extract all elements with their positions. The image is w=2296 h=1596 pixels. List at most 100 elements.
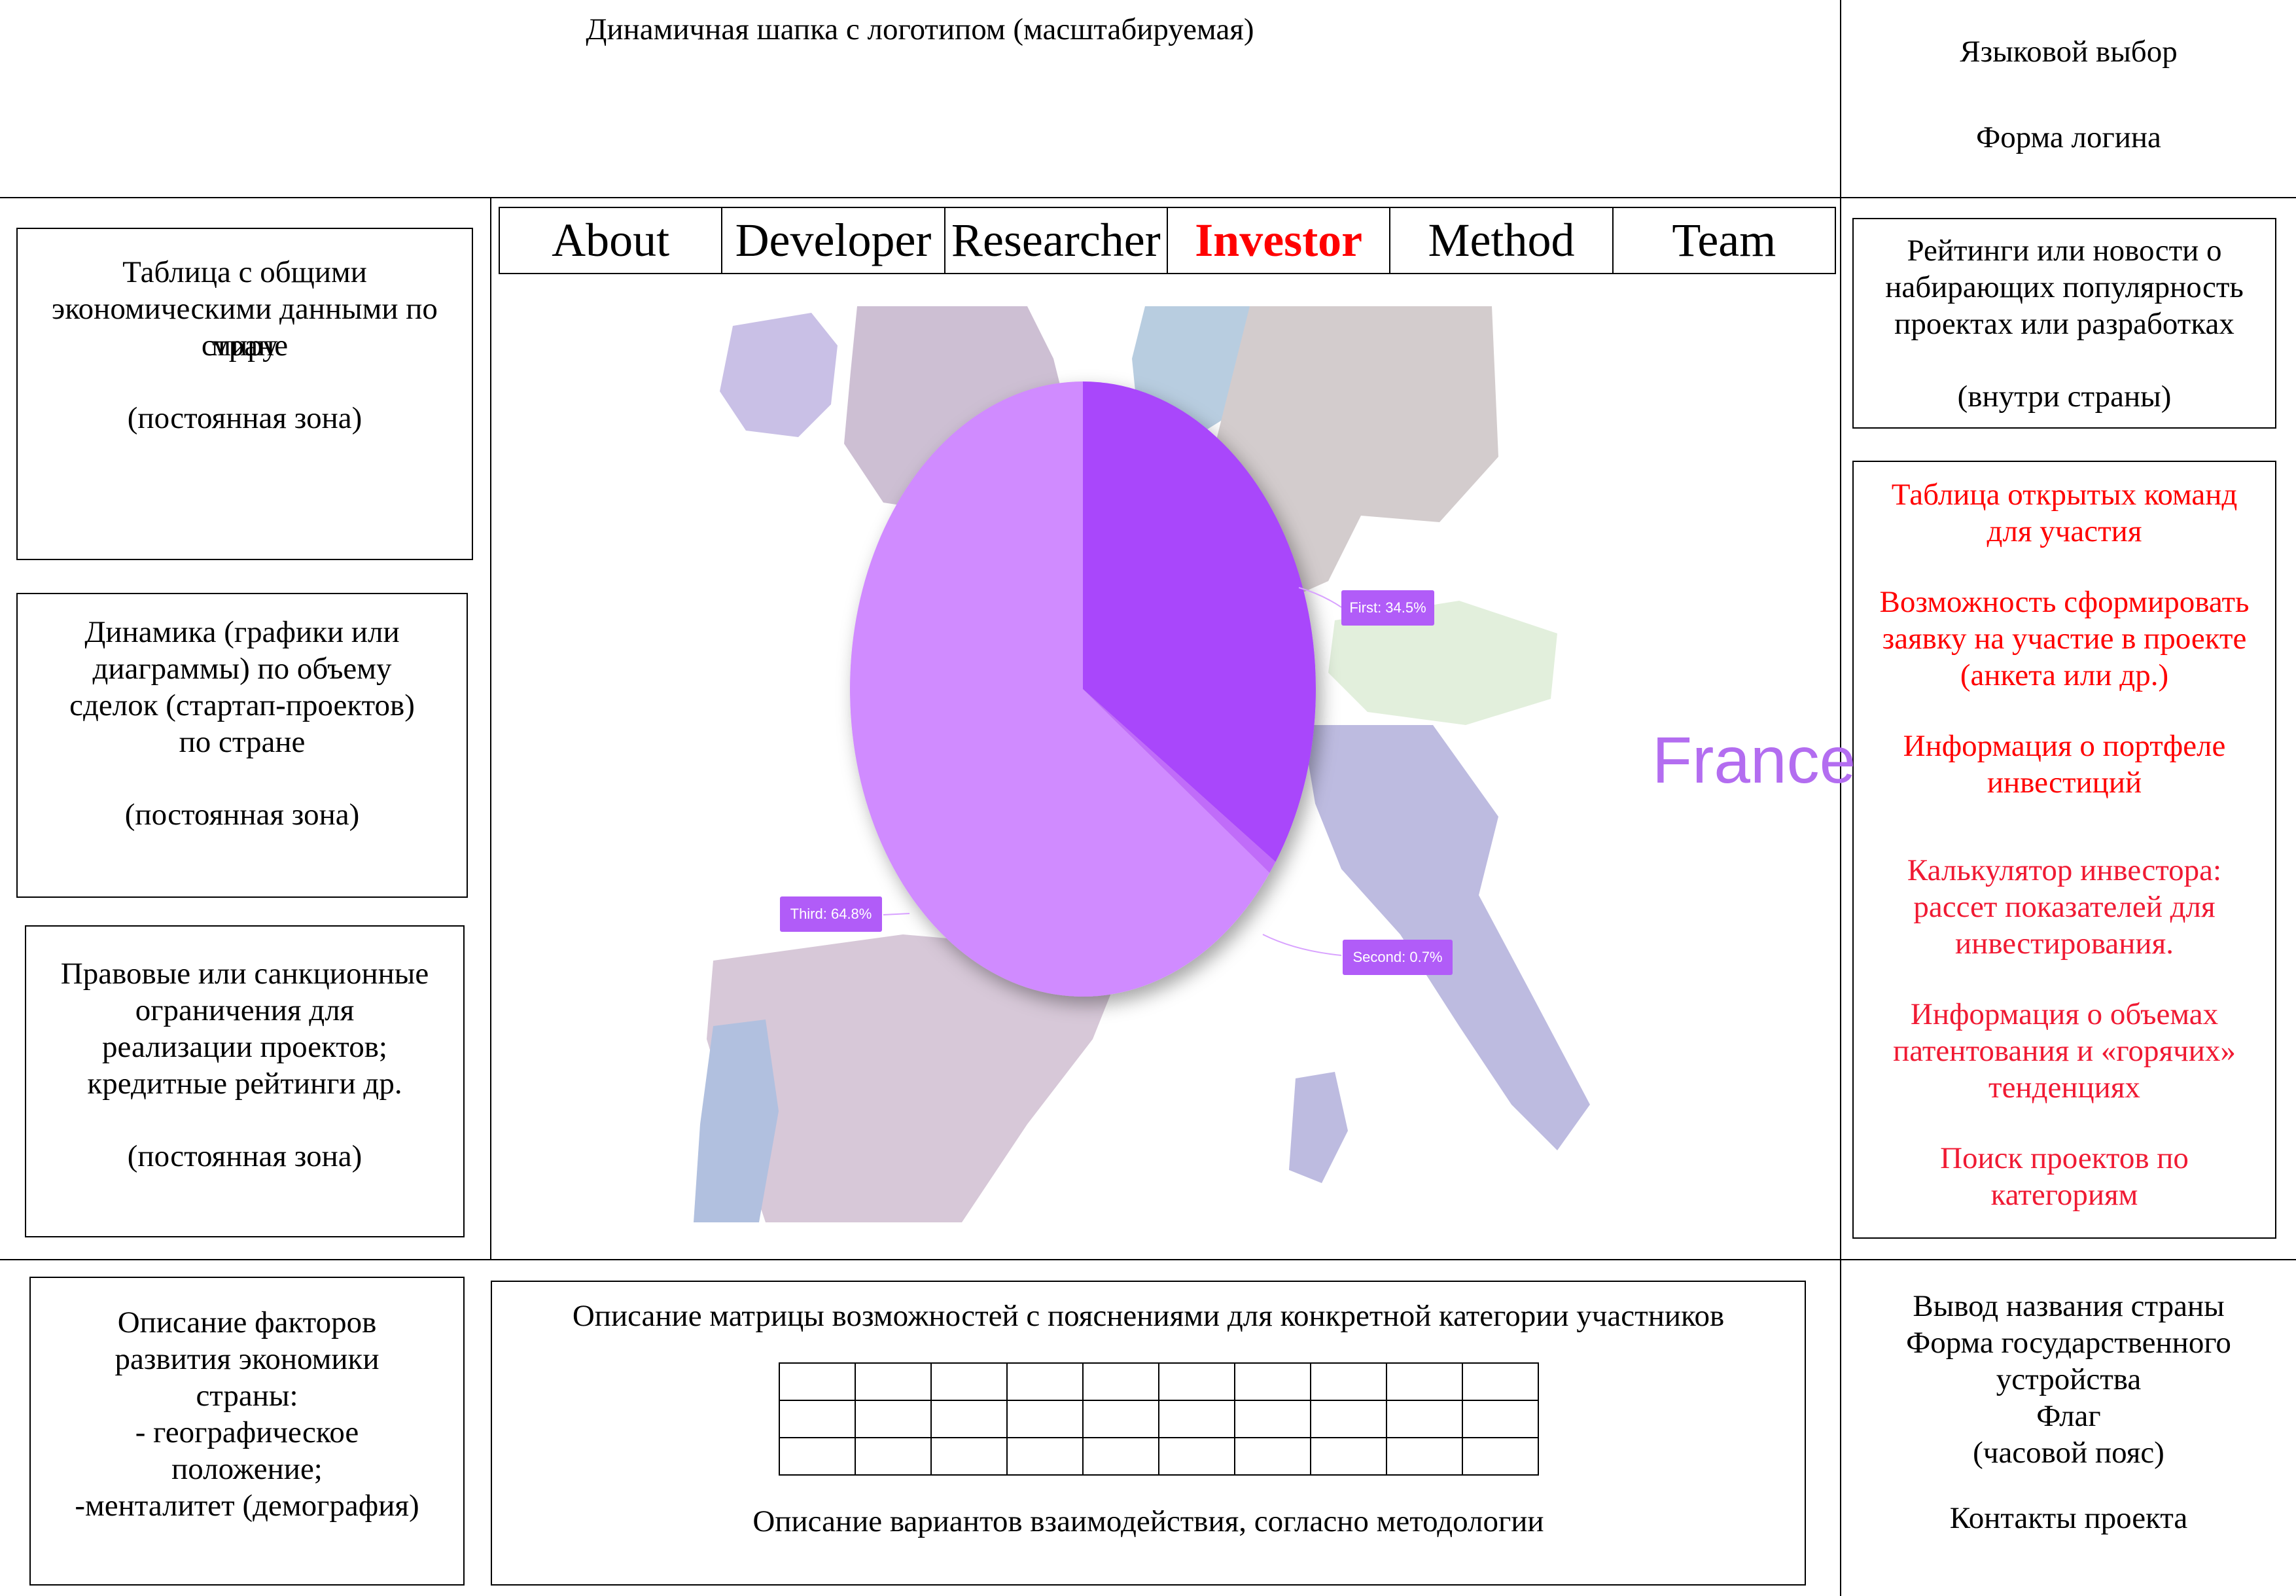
project-search-line: Поиск проектов по — [1940, 1141, 2189, 1175]
legal-restrictions-line: кредитные рейтинги др. — [87, 1067, 402, 1101]
project-search-link[interactable]: Поиск проектов по категориям — [1940, 1140, 2189, 1213]
open-teams-line: для участия — [1987, 514, 2142, 548]
persistent-zone-note: (постоянная зона) — [127, 401, 362, 435]
matrix-cell — [1006, 1437, 1084, 1476]
ratings-news-line: набирающих популярность — [1885, 270, 2244, 304]
matrix-cell — [779, 1362, 856, 1401]
matrix-cell — [1006, 1362, 1084, 1401]
economy-factors-line: страны: — [196, 1379, 298, 1413]
ratings-news-box: Рейтинги или новости о набирающих популя… — [1852, 218, 2276, 429]
project-application-link[interactable]: Возможность сформировать заявку на участ… — [1880, 584, 2250, 694]
investor-calculator-link[interactable]: Калькулятор инвестора: рассет показателе… — [1907, 852, 2221, 962]
legal-restrictions-line: реализации проектов; — [102, 1030, 387, 1064]
footer-divider — [0, 1259, 2296, 1260]
open-teams-table-link[interactable]: Таблица открытых команд для участия — [1892, 476, 2238, 550]
opportunity-matrix-table — [779, 1362, 1539, 1476]
pie-leader-line-third — [883, 913, 910, 915]
investor-calculator-line: Калькулятор инвестора: — [1907, 853, 2222, 887]
matrix-cell — [1386, 1362, 1463, 1401]
tab-researcher[interactable]: Researcher — [945, 208, 1168, 273]
language-select-label: Языковой выбор — [1960, 35, 2178, 69]
matrix-cell — [855, 1400, 932, 1438]
economic-data-world: миру — [211, 328, 278, 363]
matrix-cell — [1462, 1362, 1539, 1401]
matrix-cell — [779, 1400, 856, 1438]
matrix-cell — [930, 1362, 1008, 1401]
economy-factors-line: положение; — [171, 1452, 323, 1486]
matrix-cell — [1082, 1437, 1159, 1476]
tab-about[interactable]: About — [500, 208, 723, 273]
project-search-line: категориям — [1990, 1178, 2138, 1212]
patent-info-link[interactable]: Информация о объемах патентования и «гор… — [1893, 996, 2236, 1106]
economic-data-title: Таблица с общими — [122, 255, 367, 289]
login-form[interactable]: Форма логина — [1841, 120, 2296, 155]
project-application-line: Возможность сформировать — [1879, 585, 2250, 619]
country-name-text: France — [1652, 724, 1856, 797]
matrix-cell — [855, 1362, 932, 1401]
matrix-cell — [855, 1437, 932, 1476]
language-select[interactable]: Языковой выбор — [1841, 34, 2296, 69]
deal-volume-dynamics-box: Динамика (графики или диаграммы) по объе… — [16, 593, 468, 898]
project-application-line: (анкета или др.) — [1960, 658, 2169, 692]
matrix-cell — [1082, 1362, 1159, 1401]
tab-method[interactable]: Method — [1390, 208, 1614, 273]
matrix-row — [779, 1437, 1539, 1476]
tab-developer[interactable]: Developer — [722, 208, 945, 273]
persistent-zone-note: (постоянная зона) — [124, 798, 360, 832]
pie-label-third: Third: 64.8% — [780, 896, 882, 932]
matrix-cell — [1462, 1400, 1539, 1438]
matrix-row — [779, 1400, 1539, 1438]
ratings-news-line: Рейтинги или новости о — [1907, 234, 2222, 268]
pie-label-second-text: Second: 0.7% — [1353, 949, 1443, 965]
login-form-label: Форма логина — [1976, 120, 2161, 154]
tab-investor[interactable]: Investor — [1168, 208, 1391, 273]
interaction-description: Описание вариантов взаимодействия, согла… — [491, 1504, 1806, 1539]
matrix-cell — [779, 1437, 856, 1476]
country-info-line: устройства — [1996, 1362, 2142, 1396]
open-teams-line: Таблица открытых команд — [1891, 478, 2238, 512]
header-logo-text: Динамичная шапка с логотипом (масштабиру… — [586, 12, 1254, 46]
pie-leader-line-second — [1262, 934, 1342, 956]
tab-team[interactable]: Team — [1614, 208, 1835, 273]
legal-restrictions-box: Правовые или санкционные ограничения для… — [25, 925, 465, 1237]
patent-info-line: Информация о объемах — [1910, 997, 2219, 1031]
matrix-cell — [1462, 1437, 1539, 1476]
matrix-cell — [1386, 1437, 1463, 1476]
economic-data-title-overlap: стране миру — [147, 327, 343, 364]
matrix-title: Описание матрицы возможностей с пояснени… — [572, 1299, 1725, 1333]
matrix-cell — [1234, 1362, 1311, 1401]
investor-calculator-line: рассет показателей для — [1913, 890, 2216, 924]
matrix-cell — [1310, 1400, 1387, 1438]
header-divider — [0, 197, 2296, 198]
interaction-description-text: Описание вариантов взаимодействия, согла… — [752, 1504, 1544, 1538]
portfolio-info-line: инвестиций — [1987, 766, 2142, 800]
pie-label-second: Second: 0.7% — [1343, 940, 1453, 975]
matrix-cell — [1082, 1400, 1159, 1438]
persistent-zone-note: (постоянная зона) — [127, 1139, 362, 1173]
patent-info-line: патентования и «горячих» — [1893, 1034, 2236, 1068]
matrix-cell — [1158, 1400, 1235, 1438]
economy-factors-line: Описание факторов — [117, 1305, 377, 1339]
ratings-news-note: (внутри страны) — [1957, 380, 2172, 414]
country-info-line: (часовой пояс) — [1973, 1436, 2164, 1470]
investment-pie-chart: First: 34.5% Second: 0.7% Third: 64.8% — [780, 381, 1453, 997]
legal-restrictions-line: ограничения для — [135, 993, 355, 1027]
matrix-cell — [1234, 1400, 1311, 1438]
country-info-line: Форма государственного — [1906, 1326, 2231, 1360]
deal-volume-line: диаграммы) по объему — [92, 652, 392, 686]
matrix-cell — [1158, 1362, 1235, 1401]
matrix-cell — [1158, 1437, 1235, 1476]
country-info-line: Вывод названия страны — [1913, 1289, 2225, 1323]
ratings-news-line: проектах или разработках — [1894, 307, 2234, 341]
matrix-cell — [1310, 1362, 1387, 1401]
economy-factors-line: развития экономики — [115, 1342, 380, 1376]
header-logo-placeholder: Динамичная шапка с логотипом (масштабиру… — [0, 12, 1840, 47]
main-navigation: About Developer Researcher Investor Meth… — [499, 207, 1836, 274]
investor-features-box: Таблица открытых команд для участия Возм… — [1852, 461, 2276, 1239]
portfolio-info-link[interactable]: Информация о портфеле инвестиций — [1903, 728, 2226, 801]
country-info-block: Вывод названия страны Форма государствен… — [1841, 1288, 2296, 1536]
economy-factors-line: -менталитет (демография) — [75, 1489, 419, 1523]
portfolio-info-line: Информация о портфеле — [1903, 729, 2226, 763]
project-contacts-link[interactable]: Контакты проекта — [1841, 1500, 2296, 1536]
legal-restrictions-line: Правовые или санкционные — [60, 957, 429, 991]
